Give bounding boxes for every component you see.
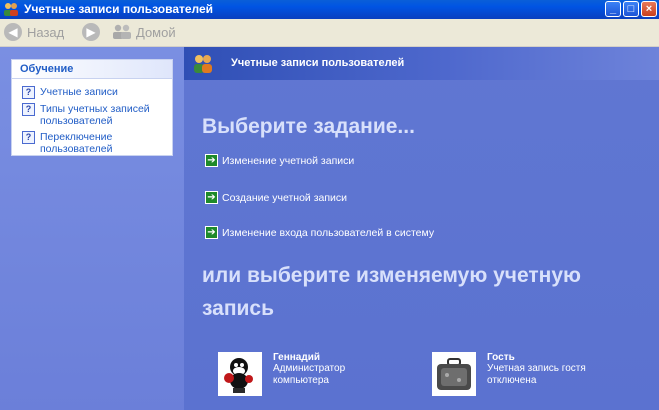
help-icon: ?: [22, 103, 35, 116]
left-pane: Обучение ? Учетные записи ? Типы учетных…: [0, 47, 184, 410]
task-change-logon[interactable]: ➔ Изменение входа пользователей в систем…: [205, 226, 434, 239]
minimize-button[interactable]: _: [605, 1, 621, 17]
learn-link-label: Переключение пользователей: [40, 131, 113, 155]
help-icon: ?: [22, 131, 35, 144]
window-title: Учетные записи пользователей: [24, 2, 214, 16]
learn-link-switch-users[interactable]: ? Переключение пользователей: [22, 131, 130, 155]
green-arrow-icon: ➔: [205, 191, 218, 204]
learn-link-label: Учетные записи: [40, 86, 118, 98]
green-arrow-icon: ➔: [205, 154, 218, 167]
forward-button[interactable]: ▶: [82, 22, 100, 42]
home-button[interactable]: Домой: [112, 22, 176, 42]
back-label: Назад: [27, 24, 65, 40]
maximize-button[interactable]: □: [623, 1, 639, 17]
help-icon: ?: [22, 86, 35, 99]
learn-box: Обучение ? Учетные записи ? Типы учетных…: [11, 59, 173, 156]
task-label: Создание учетной записи: [222, 191, 348, 204]
users-home-icon: [113, 24, 131, 39]
account-name: Геннадий: [273, 352, 321, 363]
task-create-account[interactable]: ➔ Создание учетной записи: [205, 191, 347, 204]
green-arrow-icon: ➔: [205, 226, 218, 239]
account-name: Гость: [487, 352, 515, 363]
task-label: Изменение учетной записи: [222, 154, 355, 167]
close-button[interactable]: ×: [641, 1, 657, 17]
account-description: Учетная запись гостя отключена: [487, 363, 586, 386]
suitcase-avatar-icon: [432, 352, 476, 396]
forward-arrow-icon: ▶: [82, 23, 100, 41]
task-change-account[interactable]: ➔ Изменение учетной записи: [205, 154, 354, 167]
account-guest[interactable]: Гость Учетная запись гостя отключена: [432, 352, 607, 396]
back-button[interactable]: ◀ Назад: [4, 22, 64, 42]
learn-link-label: Типы учетных записей пользователей: [40, 103, 150, 127]
header-strip: Учетные записи пользователей: [184, 47, 659, 80]
header-title: Учетные записи пользователей: [231, 57, 405, 69]
toolbar: ◀ Назад ▶ Домой: [0, 19, 659, 47]
title-bar: Учетные записи пользователей _ □ ×: [0, 0, 659, 19]
account-description: Администратор компьютера: [273, 363, 346, 386]
pick-task-heading: Выберите задание...: [202, 115, 415, 138]
learn-heading: Обучение: [12, 60, 172, 79]
learn-link-account-types[interactable]: ? Типы учетных записей пользователей: [22, 103, 160, 127]
cartoon-cat-avatar-icon: [218, 352, 262, 396]
users-icon: [194, 55, 212, 73]
pick-account-heading-line1: или выберите изменяемую учетную: [202, 264, 581, 287]
learn-link-accounts[interactable]: ? Учетные записи: [22, 86, 118, 99]
pick-account-heading-line2: запись: [202, 297, 275, 320]
users-icon: [4, 3, 18, 16]
task-label: Изменение входа пользователей в систему: [222, 226, 435, 239]
account-gennadiy[interactable]: Геннадий Администратор компьютера: [218, 352, 393, 396]
back-arrow-icon: ◀: [4, 23, 22, 41]
main-pane: Учетные записи пользователей Выберите за…: [184, 47, 659, 410]
home-label: Домой: [136, 24, 176, 40]
